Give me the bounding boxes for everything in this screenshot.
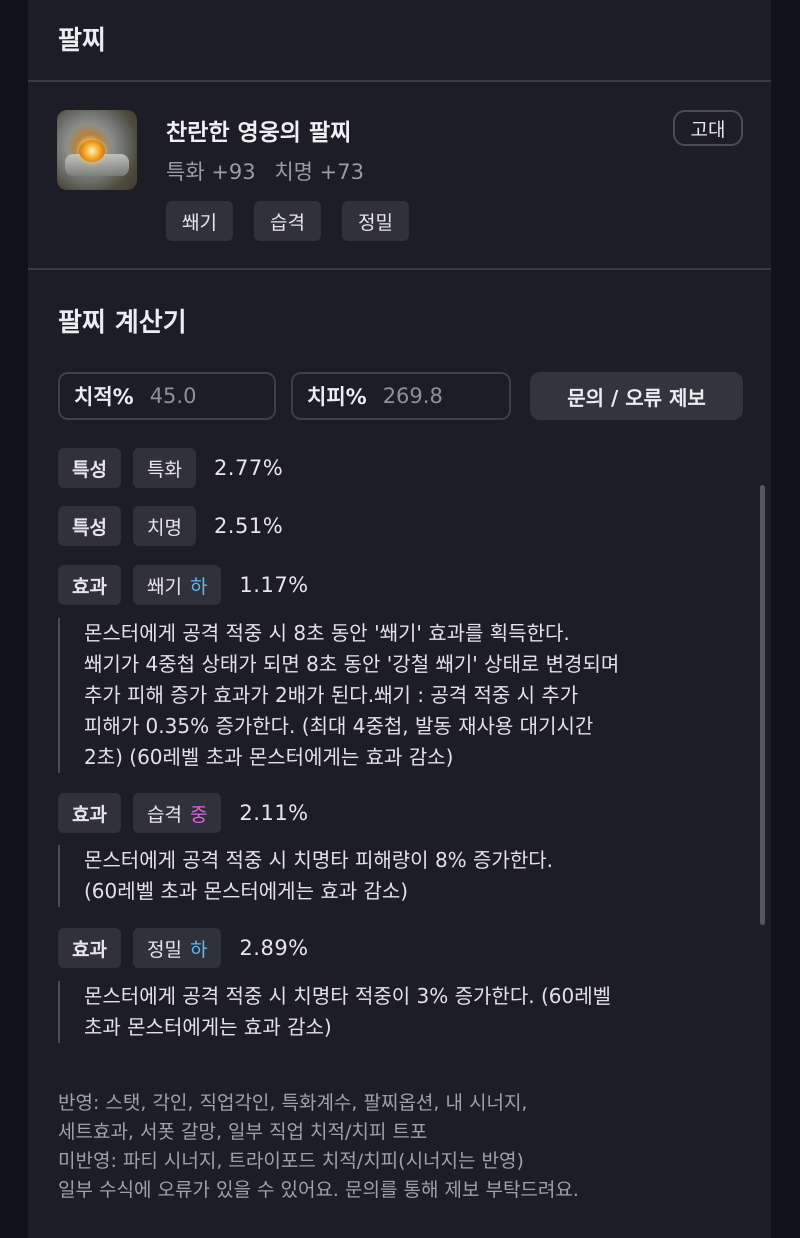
row-type: 효과 [58,565,121,605]
footer-line: 반영: 스탯, 각인, 직업각인, 특화계수, 팔찌옵션, 내 시너지, [58,1092,528,1114]
row-type: 특성 [58,448,121,488]
row-value: 2.77% [213,456,284,480]
footer-line: 미반영: 파티 시너지, 트라이포드 치적/치피(시너지는 반영) [58,1150,524,1172]
row-name: 정밀 하 [132,928,222,968]
stat-row: 특성 치명 2.51% [58,506,283,546]
effect-description: 몬스터에게 공격 적중 시 치명타 적중이 3% 증가한다. (60레벨 초과 … [58,981,748,1043]
effect-row: 효과 습격 중 2.11% [58,793,309,833]
bracelet-panel: 팔찌 찬란한 영웅의 팔찌 특화 +93 치명 +73 고대 쐐기 습격 정밀 … [28,0,771,1238]
divider [28,268,771,270]
description-line: 쐐기가 4중첩 상태가 되면 8초 동안 '강철 쐐기' 상태로 변경되며 [84,652,620,676]
description-line: (60레벨 초과 몬스터에게는 효과 감소) [84,879,409,903]
row-type: 효과 [58,793,121,833]
row-name: 특화 [132,448,196,488]
effect-name: 습격 [146,803,182,826]
footer-notes: 반영: 스탯, 각인, 직업각인, 특화계수, 팔찌옵션, 내 시너지, 세트효… [58,1089,758,1205]
effect-name: 정밀 [146,938,182,961]
footer-line: 일부 수식에 오류가 있을 수 있어요. 문의를 통해 제보 부탁드려요. [58,1179,579,1201]
row-type: 특성 [58,506,121,546]
page-title: 팔찌 [58,26,106,56]
item-stat-specialization: 특화 +93 [166,160,256,184]
crit-rate-input[interactable]: 치적% 45.0 [58,372,276,420]
description-line: 피해가 0.35% 증가한다. (최대 4중첩, 발동 재사용 대기시간 [84,714,594,738]
effect-tag: 습격 [254,201,321,241]
scrollbar[interactable] [760,485,765,925]
footer-line: 세트효과, 서폿 갈망, 일부 직업 치적/치피 트포 [58,1121,428,1143]
report-button[interactable]: 문의 / 오류 제보 [530,372,743,420]
item-stat-crit: 치명 +73 [274,160,364,184]
effect-description: 몬스터에게 공격 적중 시 치명타 피해량이 8% 증가한다. (60레벨 초과… [58,845,748,907]
description-line: 2초) (60레벨 초과 몬스터에게는 효과 감소) [84,745,454,769]
effect-name: 쐐기 [146,575,182,598]
divider [28,80,771,82]
grade-badge: 고대 [673,110,743,146]
row-type: 효과 [58,928,121,968]
item-stats: 특화 +93 치명 +73 [166,156,376,186]
crit-damage-value[interactable]: 269.8 [383,384,443,408]
row-value: 2.11% [239,801,309,825]
crit-rate-value[interactable]: 45.0 [150,384,197,408]
row-name: 습격 중 [132,793,222,833]
effect-tag: 정밀 [342,201,409,241]
calculator-title: 팔찌 계산기 [58,308,187,338]
row-value: 2.89% [239,936,309,960]
row-value: 2.51% [213,514,284,538]
effect-row: 효과 쐐기 하 1.17% [58,565,309,605]
row-name: 치명 [132,506,196,546]
bracelet-icon [57,110,137,190]
row-name: 쐐기 하 [132,565,222,605]
effect-row: 효과 정밀 하 2.89% [58,928,309,968]
crit-damage-input[interactable]: 치피% 269.8 [291,372,511,420]
description-line: 추가 피해 증가 효과가 2배가 된다.쐐기 : 공격 적중 시 추가 [84,683,579,707]
effect-grade: 하 [189,938,208,961]
effect-grade: 하 [189,575,208,598]
row-value: 1.17% [239,573,309,597]
effect-tag: 쐐기 [166,201,233,241]
effect-grade: 중 [189,803,208,826]
crit-damage-label: 치피% [307,385,367,409]
item-name: 찬란한 영웅의 팔찌 [166,120,352,146]
description-line: 몬스터에게 공격 적중 시 8초 동안 '쐐기' 효과를 획득한다. [84,621,570,645]
description-line: 초과 몬스터에게는 효과 감소) [84,1015,332,1039]
crit-rate-label: 치적% [74,385,134,409]
stat-row: 특성 특화 2.77% [58,448,283,488]
description-line: 몬스터에게 공격 적중 시 치명타 적중이 3% 증가한다. (60레벨 [84,984,611,1008]
description-line: 몬스터에게 공격 적중 시 치명타 피해량이 8% 증가한다. [84,848,553,872]
effect-description: 몬스터에게 공격 적중 시 8초 동안 '쐐기' 효과를 획득한다. 쐐기가 4… [58,618,748,773]
